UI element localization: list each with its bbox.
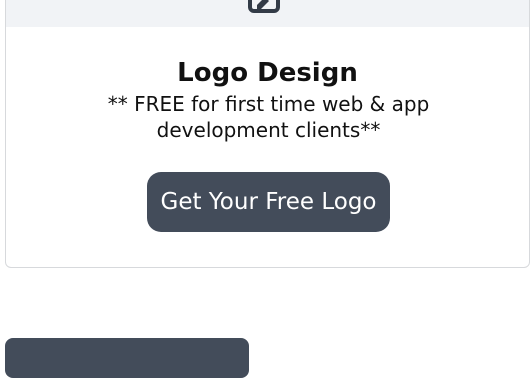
partial-button[interactable]	[5, 338, 249, 378]
card-subtitle: ** FREE for first time web & app develop…	[107, 92, 430, 142]
get-free-logo-button[interactable]: Get Your Free Logo	[147, 172, 390, 232]
logo-design-card: Logo Design ** FREE for first time web &…	[5, 0, 530, 268]
edit-document-icon	[248, 0, 280, 13]
card-title: Logo Design	[177, 58, 358, 88]
card-header-strip	[6, 0, 529, 27]
